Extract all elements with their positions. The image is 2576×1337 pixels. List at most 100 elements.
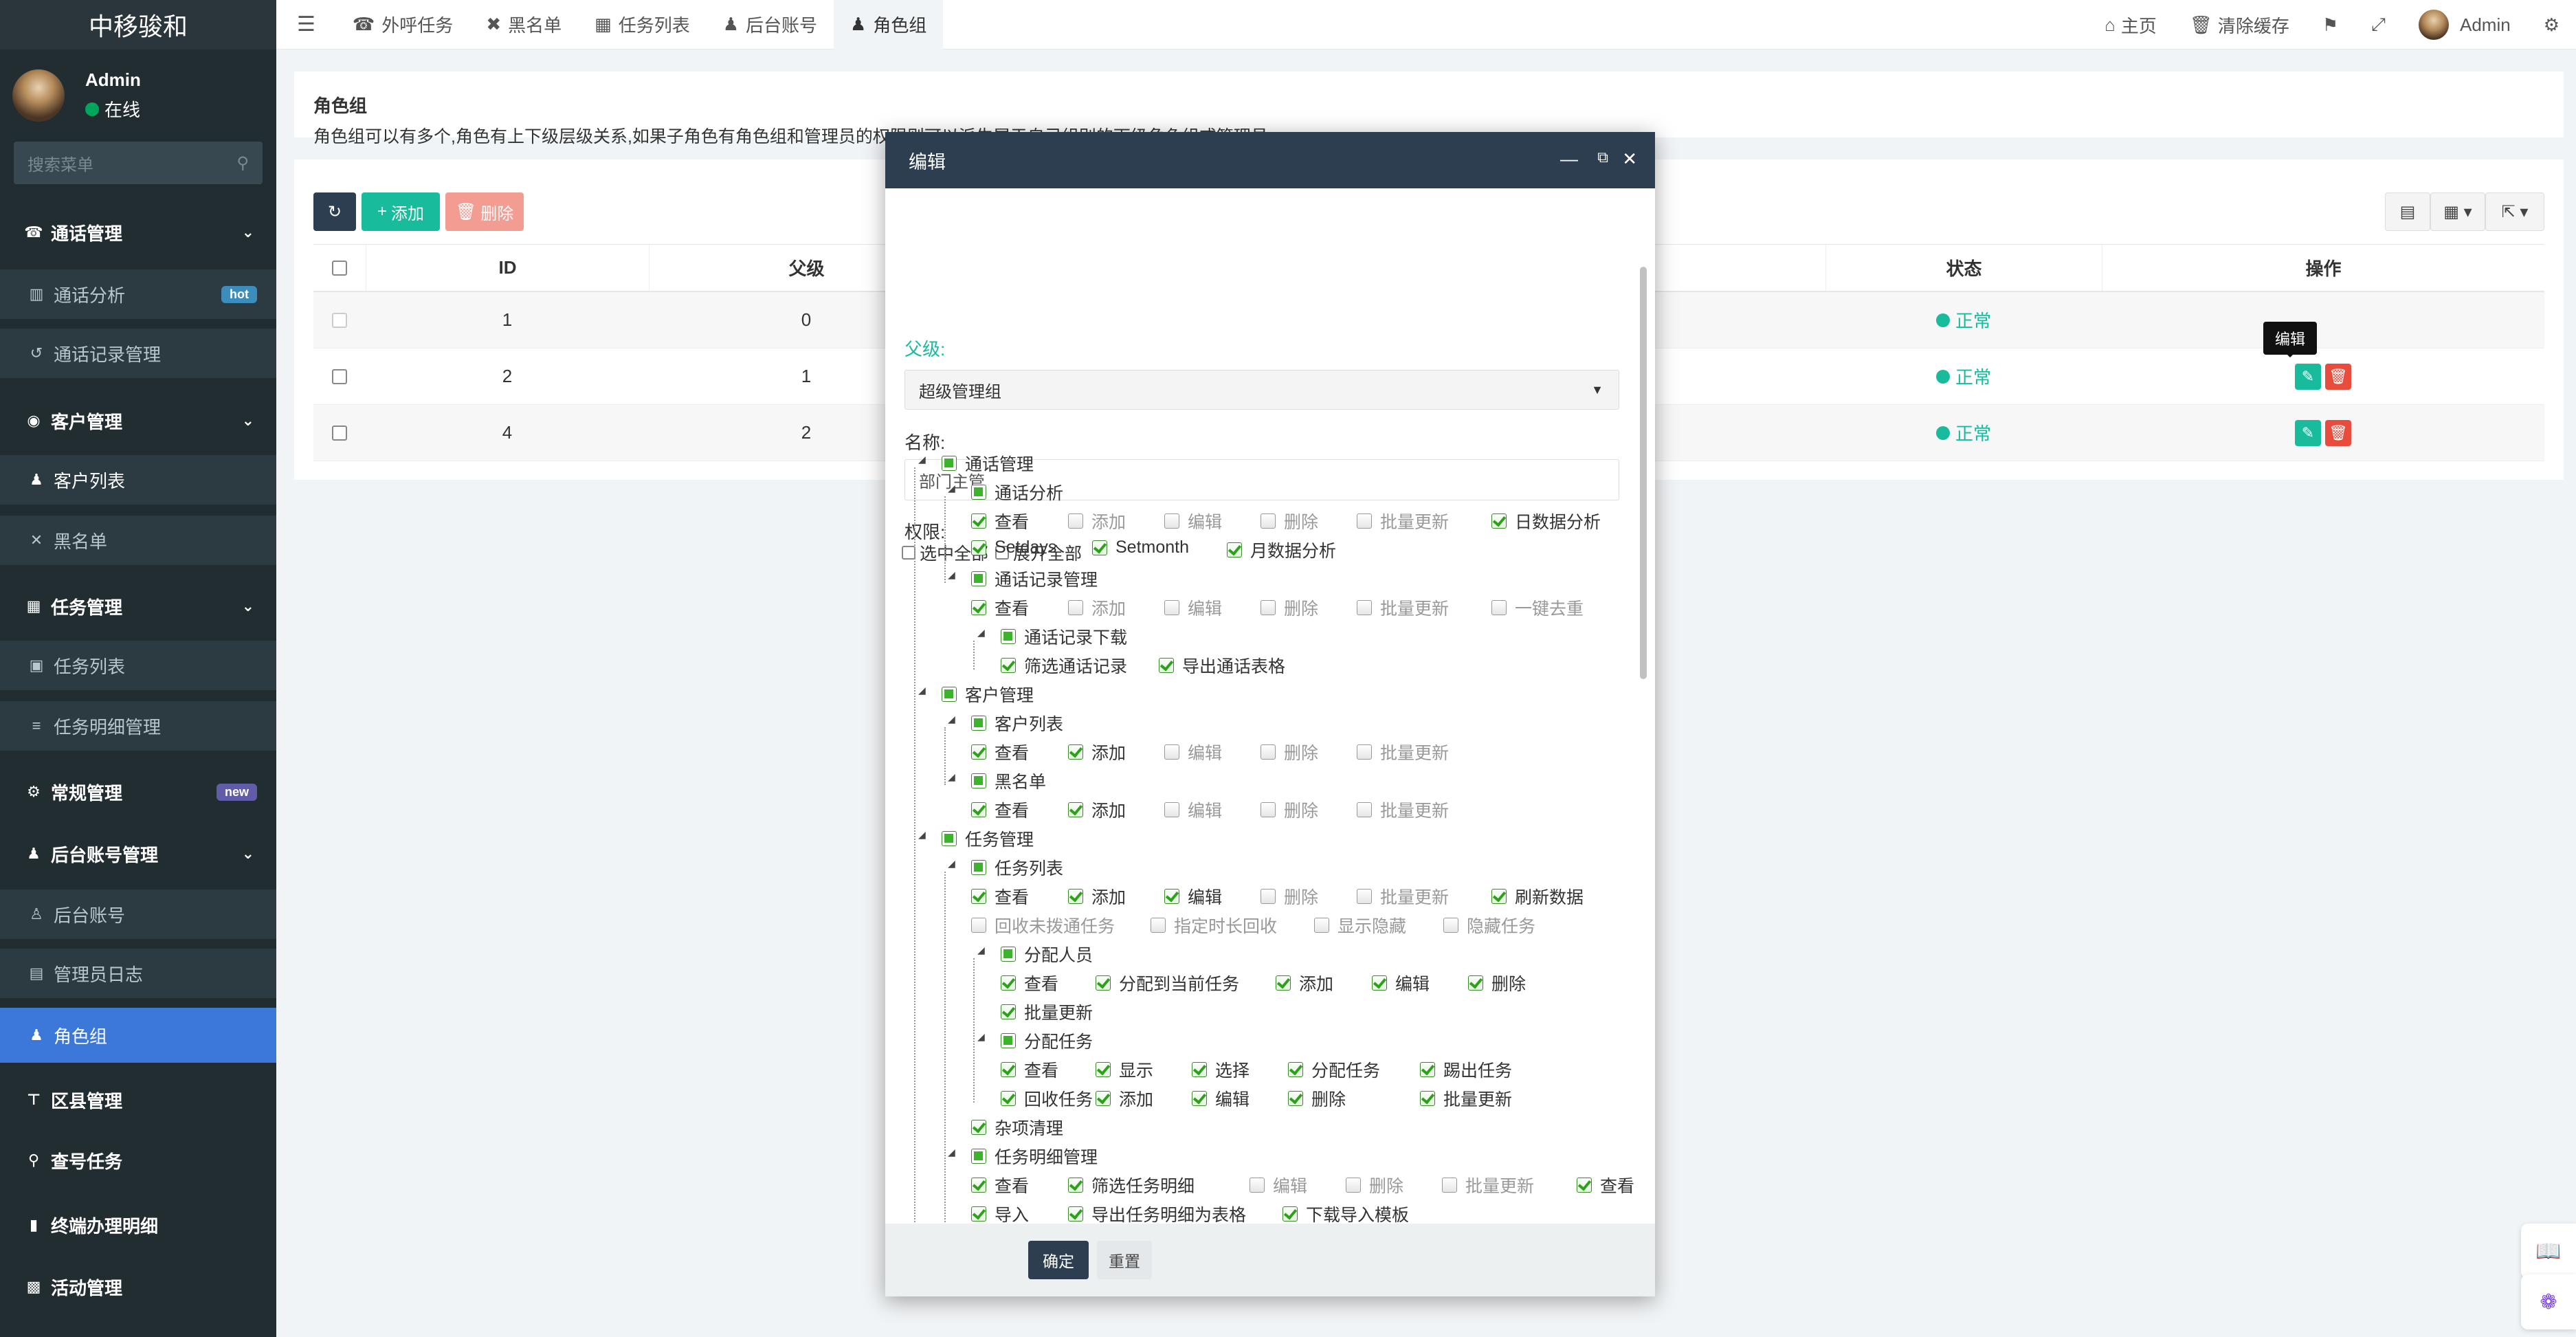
perm-node[interactable]: 显示 xyxy=(1096,1057,1153,1082)
perm-node[interactable]: 编辑 xyxy=(1192,1086,1250,1111)
perm-checkbox[interactable] xyxy=(1276,975,1291,991)
home-link[interactable]: ⌂ 主页 xyxy=(2088,12,2173,38)
tab-role-group[interactable]: ♟ 角色组 xyxy=(834,0,944,49)
sidebar-item-9[interactable]: ⚙ 常规管理 new xyxy=(0,767,276,817)
perm-checkbox[interactable] xyxy=(1001,1004,1016,1019)
maximize-icon[interactable]: ⧉ xyxy=(1597,148,1608,166)
sidebar-item-4[interactable]: ♟ 客户列表 xyxy=(0,455,276,505)
perm-checkbox[interactable] xyxy=(1442,1178,1457,1193)
perm-checkbox[interactable] xyxy=(971,860,986,875)
perm-node[interactable]: 隐藏任务 xyxy=(1443,913,1535,938)
perm-node[interactable]: 编辑 xyxy=(1164,797,1222,822)
perm-checkbox[interactable] xyxy=(1468,975,1483,991)
perm-checkbox[interactable] xyxy=(1227,542,1242,557)
perm-checkbox[interactable] xyxy=(1283,1206,1298,1222)
export-button[interactable]: ⇱ ▾ xyxy=(2485,192,2544,231)
perm-node[interactable]: 导入 xyxy=(971,1202,1029,1224)
perm-node[interactable]: 查看 xyxy=(971,884,1029,909)
perm-node[interactable]: Setmonth xyxy=(1092,538,1189,557)
perm-checkbox[interactable] xyxy=(1261,889,1276,904)
perm-checkbox[interactable] xyxy=(1068,600,1083,615)
perm-node[interactable]: 删除 xyxy=(1288,1086,1346,1111)
sidebar-item-1[interactable]: ▥ 通话分析 hot xyxy=(0,269,276,319)
perm-checkbox[interactable] xyxy=(1491,600,1507,615)
perm-node[interactable]: 批量更新 xyxy=(1357,797,1449,822)
perm-node[interactable]: 选择 xyxy=(1192,1057,1250,1082)
sidebar-item-6[interactable]: ▦ 任务管理 ⌄ xyxy=(0,580,276,632)
minimize-icon[interactable]: — xyxy=(1560,148,1578,170)
modal-scrollbar[interactable] xyxy=(1637,254,1650,1224)
perm-checkbox[interactable] xyxy=(1357,744,1372,760)
perm-node[interactable]: 删除 xyxy=(1468,971,1526,995)
perm-node[interactable]: 删除 xyxy=(1261,740,1318,764)
sidebar-item-10[interactable]: ♟ 后台账号管理 ⌄ xyxy=(0,829,276,879)
perm-checkbox[interactable] xyxy=(971,540,986,555)
perm-checkbox[interactable] xyxy=(1357,802,1372,817)
perm-checkbox[interactable] xyxy=(1261,802,1276,817)
sidebar-item-13[interactable]: ♟ 角色组 xyxy=(0,1008,276,1063)
perm-node[interactable]: 编辑 xyxy=(1164,884,1222,909)
perm-node[interactable]: 编辑 xyxy=(1164,509,1222,533)
perm-node[interactable]: 删除 xyxy=(1261,797,1318,822)
sidebar-item-12[interactable]: ▤ 管理员日志 xyxy=(0,949,276,998)
tree-toggle-icon[interactable]: ◢ xyxy=(977,1031,985,1043)
perm-node[interactable]: 导出任务明细为表格 xyxy=(1068,1202,1246,1224)
perm-node[interactable]: 筛选通话记录 xyxy=(1001,653,1127,678)
tree-toggle-icon[interactable]: ◢ xyxy=(918,685,926,696)
perm-checkbox[interactable] xyxy=(1151,918,1166,933)
language-icon[interactable]: ⚑ xyxy=(2306,14,2355,36)
perm-checkbox[interactable] xyxy=(971,600,986,615)
delete-button[interactable]: 🗑 删除 xyxy=(445,192,524,231)
app-logo[interactable]: 中移骏和 xyxy=(0,0,276,49)
perm-checkbox[interactable] xyxy=(1001,1033,1016,1048)
perm-node[interactable]: 查看 xyxy=(971,740,1029,764)
sidebar-item-7[interactable]: ▣ 任务列表 xyxy=(0,641,276,690)
perm-node[interactable]: 分配到当前任务 xyxy=(1096,971,1239,995)
perm-checkbox[interactable] xyxy=(1357,889,1372,904)
perm-checkbox[interactable] xyxy=(971,716,986,731)
perm-checkbox[interactable] xyxy=(1288,1062,1303,1077)
perm-checkbox[interactable] xyxy=(1001,947,1016,962)
tree-toggle-icon[interactable]: ◢ xyxy=(948,483,955,494)
perm-checkbox[interactable] xyxy=(1001,1062,1016,1077)
perm-node[interactable]: 批量更新 xyxy=(1357,595,1449,620)
settings-gear-icon[interactable]: ⚙ xyxy=(2527,14,2576,36)
perm-node[interactable]: ◢ 任务明细管理 xyxy=(948,1144,1098,1169)
perm-checkbox[interactable] xyxy=(971,513,986,529)
perm-node[interactable]: 筛选任务明细 xyxy=(1068,1173,1195,1197)
tree-toggle-icon[interactable]: ◢ xyxy=(948,714,955,725)
perm-node[interactable]: 杂项清理 xyxy=(971,1115,1063,1140)
perm-checkbox[interactable] xyxy=(942,831,957,846)
perm-checkbox[interactable] xyxy=(1372,975,1387,991)
perm-checkbox[interactable] xyxy=(1261,600,1276,615)
perm-checkbox[interactable] xyxy=(971,744,986,760)
columns-button[interactable]: ▦ ▾ xyxy=(2430,192,2485,231)
perm-checkbox[interactable] xyxy=(971,918,986,933)
perm-checkbox[interactable] xyxy=(1164,600,1179,615)
perm-checkbox[interactable] xyxy=(1164,889,1179,904)
perm-node[interactable]: 添加 xyxy=(1276,971,1333,995)
perm-node[interactable]: 删除 xyxy=(1346,1173,1403,1197)
perm-node[interactable]: 批量更新 xyxy=(1357,884,1449,909)
sidebar-item-17[interactable]: ▩ 活动管理 xyxy=(0,1262,276,1312)
perm-checkbox[interactable] xyxy=(1001,658,1016,673)
perm-checkbox[interactable] xyxy=(1068,889,1083,904)
perm-node[interactable]: ◢ 分配人员 xyxy=(977,942,1093,966)
perm-node[interactable]: ◢ 黑名单 xyxy=(948,769,1046,793)
perm-checkbox[interactable] xyxy=(1420,1091,1435,1106)
perm-node[interactable]: 查看 xyxy=(971,797,1029,822)
sidebar-item-5[interactable]: ✕ 黑名单 xyxy=(0,516,276,565)
perm-node[interactable]: ◢ 客户列表 xyxy=(948,711,1063,736)
delete-trash-icon[interactable]: 🗑 xyxy=(2325,419,2351,446)
col-id[interactable]: ID xyxy=(366,245,649,291)
perm-checkbox[interactable] xyxy=(971,1206,986,1222)
perm-checkbox[interactable] xyxy=(1164,744,1179,760)
perm-checkbox[interactable] xyxy=(971,1149,986,1164)
tab-blacklist[interactable]: ✖ 黑名单 xyxy=(469,0,578,49)
perm-node[interactable]: 查看 xyxy=(1001,1057,1058,1082)
sidebar-item-3[interactable]: ◉ 客户管理 ⌄ xyxy=(0,393,276,448)
select-all-checkbox[interactable] xyxy=(313,245,366,291)
perm-node[interactable]: Setdays xyxy=(971,538,1056,557)
perm-node[interactable]: 查看 xyxy=(1001,971,1058,995)
toggle-view-button[interactable]: ▤ xyxy=(2385,192,2430,231)
